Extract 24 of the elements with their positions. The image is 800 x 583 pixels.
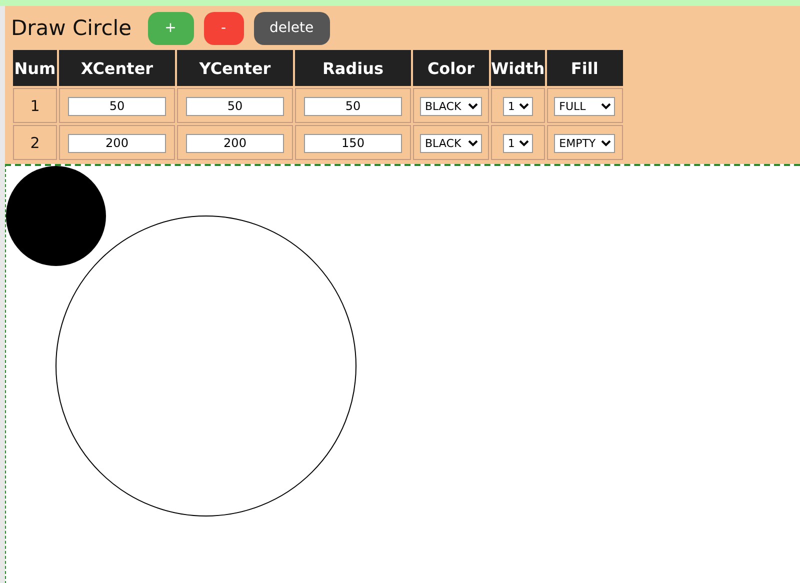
input-field[interactable]: 200 (186, 134, 284, 153)
dropdown[interactable]: BLACK (420, 97, 482, 116)
page-title: Draw Circle (11, 16, 132, 40)
column-header: Width (491, 50, 545, 86)
column-header: Fill (546, 50, 623, 86)
remove-button[interactable]: - (204, 12, 244, 44)
column-header: Radius (295, 50, 411, 86)
dropdown[interactable]: BLACK (420, 134, 482, 153)
input-field[interactable]: 50 (186, 96, 284, 116)
input-field[interactable]: 200 (68, 134, 166, 153)
column-header: XCenter (59, 50, 175, 86)
dropdown[interactable]: FULL (554, 97, 616, 116)
dropdown[interactable]: 1 (502, 134, 533, 153)
dropdown[interactable]: EMPTY (554, 134, 616, 153)
column-header: Num (13, 50, 57, 86)
table-cell: 1 (13, 88, 57, 123)
column-header: YCenter (177, 50, 293, 86)
column-header: Color (413, 50, 489, 86)
input-field[interactable]: 50 (68, 96, 166, 116)
input-field[interactable]: 150 (304, 134, 402, 153)
dropdown[interactable]: 1 (502, 97, 533, 116)
delete-button[interactable]: delete (254, 12, 330, 44)
table-cell: 2 (13, 125, 57, 160)
input-field[interactable]: 50 (304, 96, 402, 116)
